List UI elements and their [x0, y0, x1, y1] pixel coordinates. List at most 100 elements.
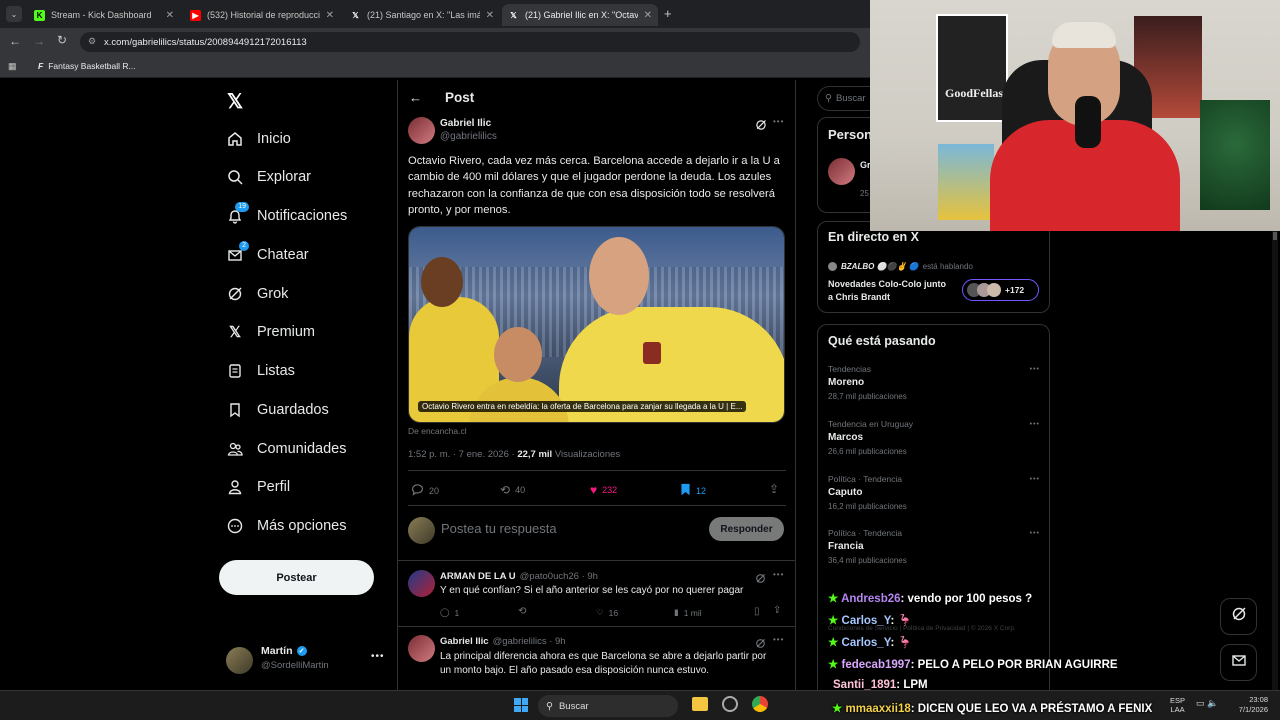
close-tab-icon[interactable]: ✕ [166, 10, 174, 21]
x-logo-icon: 𝕏 [228, 324, 242, 341]
bookmark-icon[interactable]: ▯ [754, 606, 760, 617]
share-icon[interactable]: ⇪ [769, 482, 779, 496]
nav-item-guardados[interactable]: Guardados [227, 395, 329, 425]
live-topic[interactable]: Novedades Colo-Colo junto a Chris Brandt [828, 278, 948, 304]
trend-item[interactable]: Tendencias Moreno 28,7 mil publicaciones… [828, 364, 1040, 401]
poster: GoodFellas [936, 14, 1008, 122]
views-button[interactable]: ▮ 1 mil [674, 607, 702, 618]
repost-icon: ⟲ [518, 606, 527, 617]
nav-item-inicio[interactable]: Inicio [227, 124, 291, 154]
nav-item-explorar[interactable]: Explorar [227, 162, 311, 192]
account-name: Martín [261, 645, 293, 657]
x-logo-icon[interactable]: 𝕏 [227, 89, 243, 114]
scrollbar[interactable] [1272, 230, 1278, 690]
site-info-icon[interactable]: ⚙ [88, 36, 96, 47]
messages-float-button[interactable] [1220, 644, 1257, 681]
new-tab-icon[interactable]: + [664, 6, 672, 21]
trend-item[interactable]: Política · Tendencia Caputo 16,2 mil pub… [828, 474, 1040, 511]
more-icon[interactable]: ••• [773, 117, 784, 126]
browser-tab[interactable]: K Stream - Kick Dashboard ✕ [28, 4, 180, 26]
more-icon[interactable]: ••• [773, 570, 784, 579]
language-indicator[interactable]: ESP LAA [1170, 696, 1185, 714]
browser-tab-active[interactable]: 𝕏 (21) Gabriel Ilic en X: "Octavio ✕ [502, 4, 658, 26]
author-name[interactable]: Gabriel Ilic [440, 118, 491, 129]
close-tab-icon[interactable]: ✕ [644, 10, 652, 21]
repost-button[interactable]: ⟲ 40 [500, 483, 525, 497]
file-explorer-icon[interactable] [692, 697, 708, 711]
post-button[interactable]: Postear [219, 560, 374, 595]
search-input[interactable]: ⚲ Buscar [817, 86, 877, 111]
reply-count[interactable]: ◯ 1 [440, 607, 459, 618]
notification-badge: 19 [235, 202, 249, 212]
forward-icon[interactable]: → [33, 34, 45, 48]
trend-item[interactable]: Política · Tendencia Francia 36,4 mil pu… [828, 528, 1040, 565]
reply-input[interactable]: Postea tu respuesta [441, 521, 557, 536]
close-tab-icon[interactable]: ✕ [326, 10, 334, 21]
nav-item-perfil[interactable]: Perfil [227, 472, 290, 502]
link-card-image[interactable]: Octavio Rivero entra en rebeldía: la ofe… [408, 226, 785, 423]
like-button[interactable]: ♥ 232 [590, 483, 617, 497]
poster [938, 144, 994, 220]
app-icon[interactable] [722, 696, 738, 712]
network-icon[interactable]: ▭ 🔈 [1196, 698, 1218, 709]
clock[interactable]: 23:08 7/1/2026 [1232, 695, 1268, 715]
more-icon[interactable]: ••• [1030, 421, 1040, 428]
reply-submit-button[interactable]: Responder [709, 517, 784, 541]
reload-icon[interactable]: ↻ [57, 33, 67, 47]
nav-item-chatear[interactable]: 2 Chatear [227, 240, 309, 270]
more-icon[interactable]: ••• [1030, 366, 1040, 373]
page-title: Post [445, 90, 475, 105]
star-icon: ★ [828, 637, 842, 649]
browser-tab[interactable]: ▶ (532) Historial de reproducción ✕ [184, 4, 340, 26]
message-badge: 2 [239, 241, 249, 251]
bookmark-button[interactable]: 12 [680, 483, 706, 498]
more-circle-icon [227, 518, 243, 534]
nav-item-grok[interactable]: Grok [227, 279, 288, 309]
grok-icon[interactable] [755, 571, 766, 583]
avatar[interactable] [408, 570, 435, 597]
grok-icon[interactable] [755, 636, 766, 648]
fantasy-icon: F [38, 61, 44, 71]
chrome-icon[interactable] [752, 696, 768, 712]
close-tab-icon[interactable]: ✕ [486, 10, 494, 21]
nav-item-notificaciones[interactable]: 19 Notificaciones [227, 201, 347, 231]
grok-icon[interactable] [755, 118, 767, 130]
reply-icon [411, 483, 424, 498]
url-field[interactable]: ⚙ x.com/gabrielilics/status/200894491217… [80, 32, 860, 52]
bookmark-item[interactable]: F Fantasy Basketball R... [38, 61, 136, 71]
grok-icon [1231, 606, 1247, 627]
nav-item-premium[interactable]: 𝕏 Premium [227, 317, 315, 347]
card-source[interactable]: De encancha.cl [408, 426, 467, 436]
author-handle[interactable]: @gabrielilics [440, 131, 497, 142]
like-button[interactable]: ♡ 16 [596, 607, 618, 618]
taskbar-search[interactable]: ⚲ Buscar [538, 695, 678, 717]
people-icon [227, 441, 243, 457]
live-listeners[interactable]: +172 [962, 279, 1039, 301]
more-icon[interactable]: ••• [1030, 476, 1040, 483]
trend-item[interactable]: Tendencia en Uruguay Marcos 26,6 mil pub… [828, 419, 1040, 456]
share-icon[interactable]: ⇪ [773, 605, 781, 616]
divider [408, 470, 786, 471]
back-arrow-icon[interactable]: ← [409, 90, 422, 105]
x-icon: 𝕏 [510, 10, 517, 20]
reply-button[interactable]: 20 [411, 483, 439, 498]
more-icon[interactable]: ••• [1030, 530, 1040, 537]
list-icon [227, 363, 243, 379]
nav-item-listas[interactable]: Listas [227, 356, 295, 386]
nav-item-comunidades[interactable]: Comunidades [227, 434, 346, 464]
avatar[interactable] [408, 635, 435, 662]
avatar[interactable] [408, 117, 435, 144]
nav-item-mas-opciones[interactable]: Más opciones [227, 511, 346, 541]
avatar[interactable] [828, 158, 855, 185]
account-switcher[interactable]: Martín ✓ @SordelliMartin ••• [226, 645, 391, 675]
windows-start-icon[interactable] [514, 698, 528, 712]
repost-button[interactable]: ⟲ [518, 606, 526, 617]
browser-tab[interactable]: 𝕏 (21) Santiago en X: "Las imág ✕ [344, 4, 500, 26]
divider [397, 560, 796, 561]
more-icon[interactable]: ••• [371, 651, 385, 662]
apps-grid-icon[interactable]: ▦ [8, 61, 17, 72]
more-icon[interactable]: ••• [773, 635, 784, 644]
tab-list-icon[interactable]: ⌄ [6, 6, 22, 22]
grok-float-button[interactable] [1220, 598, 1257, 635]
back-icon[interactable]: ← [9, 34, 21, 48]
